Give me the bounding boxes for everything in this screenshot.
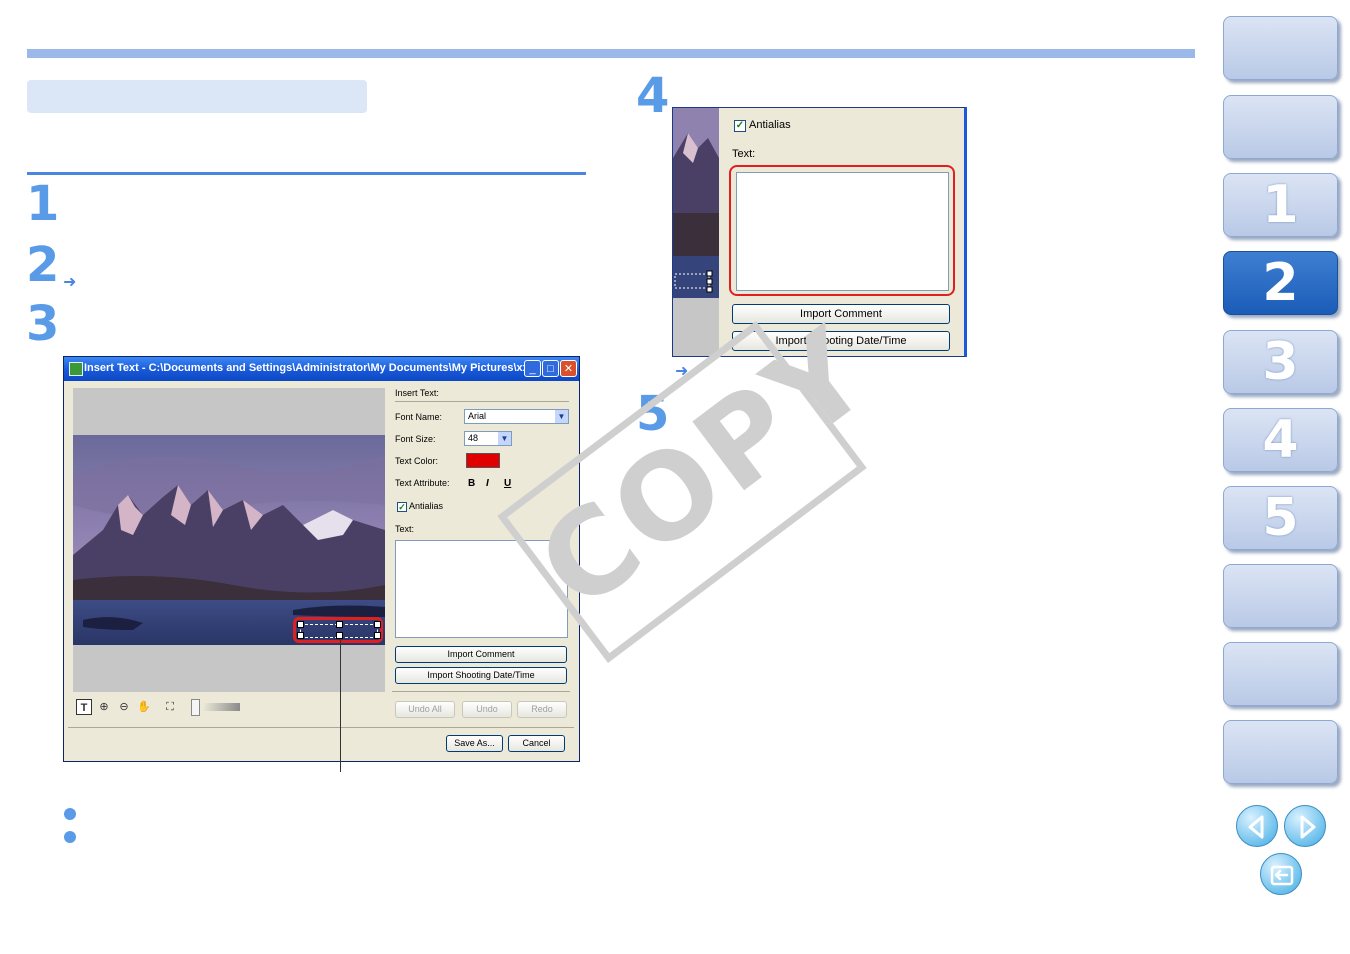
nav-tab-blank-2[interactable]	[1223, 95, 1338, 159]
resize-handle[interactable]	[336, 621, 343, 628]
text-color-label: Text Color:	[395, 456, 439, 466]
antialias-checkbox[interactable]: ✓	[734, 120, 746, 132]
app-icon	[69, 362, 83, 376]
dialog-titlebar[interactable]: Insert Text - C:\Documents and Settings\…	[64, 357, 579, 381]
font-name-value: Arial	[468, 411, 487, 421]
nav-tab-blank-4[interactable]	[1223, 642, 1338, 706]
text-input[interactable]	[736, 172, 949, 291]
nav-tab-4[interactable]: 4	[1223, 408, 1338, 472]
photo-strip	[673, 108, 719, 298]
image-preview-area[interactable]	[73, 388, 385, 692]
step-number-3: 3	[26, 296, 60, 352]
nav-tab-3[interactable]: 3	[1223, 330, 1338, 394]
divider	[395, 401, 569, 402]
font-size-value: 48	[468, 433, 479, 443]
maximize-button[interactable]: □	[542, 360, 559, 377]
nav-tab-2[interactable]: 2	[1223, 251, 1338, 315]
fit-window-icon[interactable]: ⛶	[162, 699, 178, 715]
text-insert-frame[interactable]	[297, 621, 381, 639]
chevron-down-icon[interactable]: ▼	[555, 410, 568, 423]
text-color-swatch[interactable]	[466, 453, 500, 468]
import-comment-button[interactable]: Import Comment	[732, 304, 950, 324]
text-field-highlight	[729, 165, 955, 296]
underline-button[interactable]: U	[504, 478, 522, 489]
save-as-button[interactable]: Save As...	[446, 735, 503, 752]
arrow-left-icon	[1248, 815, 1264, 839]
minimize-button[interactable]: _	[524, 360, 541, 377]
import-shooting-datetime-button[interactable]: Import Shooting Date/Time	[395, 667, 567, 684]
step-number-1: 1	[26, 176, 60, 232]
insert-text-label: Insert Text:	[395, 388, 439, 398]
antialias-label: Antialias	[409, 501, 444, 511]
next-page-button[interactable]	[1284, 805, 1326, 847]
text-label: Text:	[395, 524, 415, 534]
bullet-icon	[64, 808, 76, 820]
antialias-checkbox[interactable]: ✓	[397, 502, 407, 512]
slider-thumb[interactable]	[191, 699, 200, 716]
text-attribute-label: Text Attribute:	[395, 478, 450, 488]
arrow-right-icon	[1300, 815, 1316, 839]
nav-tab-1[interactable]: 1	[1223, 173, 1338, 237]
divider	[392, 691, 570, 692]
nav-tab-5[interactable]: 5	[1223, 486, 1338, 550]
bullet-icon	[64, 831, 76, 843]
insert-text-dialog: Insert Text - C:\Documents and Settings\…	[63, 356, 580, 762]
chevron-down-icon[interactable]: ▼	[498, 432, 511, 445]
zoom-slider[interactable]	[191, 699, 240, 716]
previous-page-button[interactable]	[1236, 805, 1278, 847]
divider	[68, 727, 574, 728]
return-icon	[1270, 865, 1294, 886]
nav-tab-blank-3[interactable]	[1223, 564, 1338, 628]
undo-all-button[interactable]: Undo All	[395, 701, 455, 718]
nav-tab-blank-5[interactable]	[1223, 720, 1338, 784]
step-number-4: 4	[636, 68, 670, 124]
dialog-title: Insert Text - C:\Documents and Settings\…	[84, 362, 524, 374]
text-tool-icon[interactable]: T	[76, 699, 92, 715]
nav-tab-blank-1[interactable]	[1223, 16, 1338, 80]
resize-handle[interactable]	[297, 621, 304, 628]
redo-button[interactable]: Redo	[517, 701, 567, 718]
cancel-button[interactable]: Cancel	[508, 735, 565, 752]
section-rule	[27, 172, 586, 175]
bold-button[interactable]: B	[468, 478, 486, 489]
resize-handle[interactable]	[297, 632, 304, 639]
zoom-in-icon[interactable]: ⊕	[96, 699, 112, 715]
italic-button[interactable]: I	[486, 478, 504, 489]
text-label: Text:	[732, 148, 756, 160]
font-name-select[interactable]: Arial ▼	[464, 409, 569, 424]
undo-button[interactable]: Undo	[462, 701, 512, 718]
hand-icon[interactable]: ✋	[136, 699, 152, 715]
resize-handle[interactable]	[336, 632, 343, 639]
font-size-select[interactable]: 48 ▼	[464, 431, 512, 446]
import-comment-button[interactable]: Import Comment	[395, 646, 567, 663]
top-header-bar	[27, 49, 1195, 58]
step-number-2: 2	[26, 237, 60, 293]
step-2-arrow-icon: ➜	[63, 272, 77, 291]
section-heading-box	[27, 80, 367, 113]
return-button[interactable]	[1260, 853, 1302, 895]
resize-handle[interactable]	[374, 632, 381, 639]
close-button[interactable]: ✕	[560, 360, 577, 377]
font-size-label: Font Size:	[395, 434, 436, 444]
callout-line	[340, 640, 341, 772]
antialias-label: Antialias	[749, 119, 791, 131]
text-attribute-buttons: BIU	[468, 478, 522, 489]
zoom-out-icon[interactable]: ⊖	[116, 699, 132, 715]
resize-handle[interactable]	[374, 621, 381, 628]
font-name-label: Font Name:	[395, 412, 443, 422]
landscape-photo	[73, 435, 385, 645]
text-selection-highlight	[293, 617, 383, 643]
